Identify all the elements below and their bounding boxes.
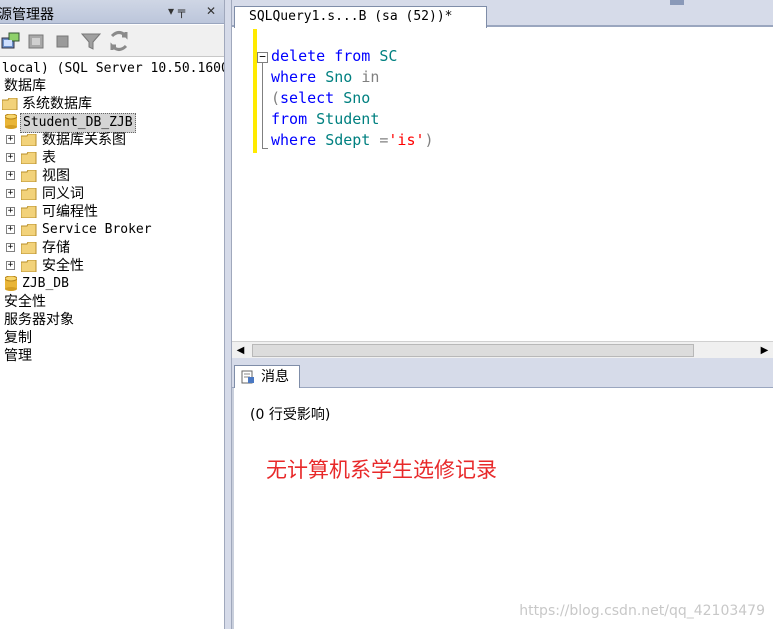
database-icon — [5, 276, 17, 291]
expand-icon[interactable]: + — [6, 225, 15, 234]
tab-messages-label: 消息 — [261, 369, 289, 385]
collapse-icon[interactable]: − — [257, 51, 268, 63]
database-icon — [5, 114, 17, 129]
tab-scroll-marker — [670, 0, 684, 5]
management-label: 管理 — [4, 348, 32, 364]
query-editor[interactable]: − delete from SC where Sno in (select Sn… — [232, 29, 773, 341]
expand-icon[interactable]: + — [6, 207, 15, 216]
pane-splitter[interactable] — [224, 0, 232, 629]
filter-icon[interactable] — [80, 30, 102, 52]
rows-affected-message: (0 行受影响) — [250, 407, 331, 423]
code-line-5: where Sdept ='is') — [271, 131, 434, 149]
databases-label: 数据库 — [4, 78, 46, 94]
folder-icon — [21, 152, 37, 164]
folder-icon — [21, 260, 37, 272]
folder-icon — [21, 188, 37, 200]
synonyms-label: 同义词 — [42, 186, 84, 202]
scrollbar-thumb[interactable] — [252, 344, 694, 357]
expand-icon[interactable]: + — [6, 171, 15, 180]
object-explorer-titlebar: 源管理器 ▾ ╤ ✕ — [0, 0, 226, 24]
expand-icon[interactable]: + — [6, 189, 15, 198]
system-databases-label: 系统数据库 — [22, 96, 92, 112]
editor-horizontal-scrollbar[interactable]: ◀ ▶ — [232, 341, 773, 358]
code-line-2: where Sno in — [271, 68, 380, 86]
document-tabstrip: SQLQuery1.s...B (sa (52))* — [232, 0, 773, 28]
folder-icon — [2, 98, 18, 110]
tab-messages[interactable]: 消息 — [234, 365, 300, 389]
messages-icon — [241, 370, 254, 384]
student-db-label: Student_DB_ZJB — [20, 113, 136, 133]
watermark: https://blog.csdn.net/qq_42103479 — [519, 603, 765, 619]
zjb-db-label: ZJB_DB — [22, 276, 69, 291]
editor-margin — [232, 29, 254, 341]
tab-sqlquery1-label: SQLQuery1.s...B (sa (52))* — [249, 9, 453, 24]
server-label: (local) (SQL Server 10.50.1600 — [0, 61, 226, 76]
folder-icon — [21, 224, 37, 236]
disconnect-icon[interactable] — [26, 30, 48, 52]
security-label: 安全性 — [4, 294, 46, 310]
stop-icon[interactable] — [52, 30, 74, 52]
db-security-label: 安全性 — [42, 258, 84, 274]
views-label: 视图 — [42, 168, 70, 184]
object-explorer-toolbar — [0, 25, 226, 57]
replication-label: 复制 — [4, 330, 32, 346]
change-tracking-bar — [253, 29, 257, 153]
close-icon[interactable]: ✕ — [206, 4, 216, 18]
expand-icon[interactable]: + — [6, 153, 15, 162]
tab-sqlquery1[interactable]: SQLQuery1.s...B (sa (52))* — [234, 6, 487, 28]
expand-icon[interactable]: + — [6, 243, 15, 252]
folder-icon — [21, 242, 37, 254]
scroll-left-icon[interactable]: ◀ — [232, 342, 249, 359]
object-explorer: 源管理器 ▾ ╤ ✕ (local) (SQL Server 10.50.160… — [0, 0, 226, 629]
code-line-4: from Student — [271, 110, 380, 128]
server-objects-label: 服务器对象 — [4, 312, 74, 328]
diagrams-label: 数据库关系图 — [42, 132, 126, 148]
folder-icon — [21, 206, 37, 218]
folder-icon — [21, 170, 37, 182]
programmability-label: 可编程性 — [42, 204, 98, 220]
storage-label: 存储 — [42, 240, 70, 256]
expand-icon[interactable]: + — [6, 135, 15, 144]
outline-guide-end — [262, 148, 268, 149]
code-line-1: delete from SC — [271, 47, 398, 65]
outline-guide — [262, 63, 263, 149]
pin-icon[interactable]: ▾ ╤ — [168, 4, 185, 18]
service-broker-label: Service Broker — [42, 222, 152, 237]
folder-icon — [21, 134, 37, 146]
messages-pane: (0 行受影响) 无计算机系学生选修记录 https://blog.csdn.n… — [232, 388, 773, 629]
annotation-text: 无计算机系学生选修记录 — [266, 458, 497, 482]
code-line-3: (select Sno — [271, 89, 371, 107]
object-explorer-title: 源管理器 — [0, 7, 54, 23]
connect-icon[interactable] — [0, 30, 22, 52]
tables-label: 表 — [42, 150, 56, 166]
results-tabstrip: 消息 — [232, 364, 773, 389]
scroll-right-icon[interactable]: ▶ — [756, 342, 773, 359]
refresh-icon[interactable] — [108, 30, 130, 52]
expand-icon[interactable]: + — [6, 261, 15, 270]
